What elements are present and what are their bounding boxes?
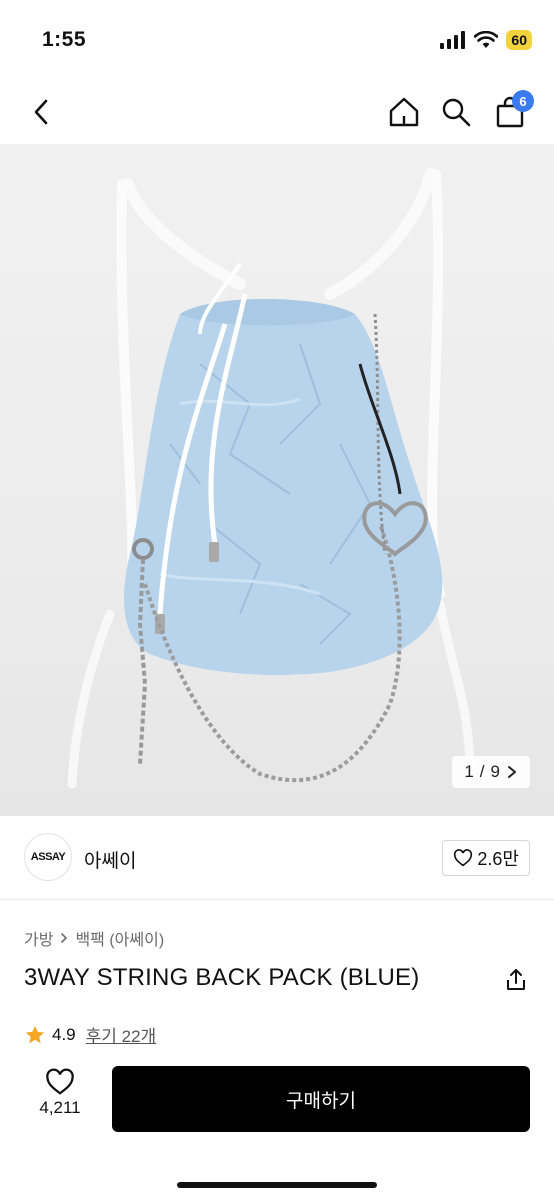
back-button[interactable] <box>22 92 62 132</box>
brand-logo-text: ASSAY <box>30 851 66 863</box>
chevron-right-icon <box>61 933 68 943</box>
battery-indicator: 60 <box>506 30 532 50</box>
brand-row[interactable]: ASSAY 아쎄이 2.6만 <box>0 816 554 900</box>
image-pager[interactable]: 1 / 9 <box>452 756 530 788</box>
breadcrumb-subcategory[interactable]: 백팩 (아쎄이) <box>75 926 164 950</box>
brand-logo[interactable]: ASSAY <box>24 833 72 881</box>
product-image-carousel[interactable]: 1 / 9 <box>0 144 554 816</box>
breadcrumb: 가방 백팩 (아쎄이) <box>24 926 164 950</box>
signal-icon <box>440 31 466 49</box>
status-icons: 60 <box>440 30 532 50</box>
cart-button[interactable]: 6 <box>490 90 534 132</box>
search-button[interactable] <box>436 92 476 132</box>
chevron-left-icon <box>34 99 48 125</box>
star-icon <box>25 1025 45 1043</box>
home-icon <box>389 97 419 127</box>
bottom-like-count: 4,211 <box>39 1098 81 1117</box>
share-button[interactable] <box>502 966 530 994</box>
wifi-icon <box>474 31 499 48</box>
brand-like-button[interactable]: 2.6만 <box>442 840 530 876</box>
product-image <box>67 168 475 789</box>
top-nav: 6 <box>0 80 554 144</box>
home-button[interactable] <box>384 92 424 132</box>
pager-current: 1 <box>464 762 474 781</box>
heart-icon <box>46 1068 74 1095</box>
home-indicator <box>177 1182 377 1188</box>
search-icon <box>442 98 471 127</box>
pager-total: 9 <box>490 762 500 781</box>
review-count-link[interactable]: 후기 22개 <box>86 1022 157 1047</box>
product-title: 3WAY STRING BACK PACK (BLUE) <box>24 964 420 991</box>
rating-row: 4.9 후기 22개 <box>24 1022 156 1047</box>
pager-separator: / <box>479 762 485 781</box>
cart-count-badge: 6 <box>512 90 534 112</box>
bottom-like-button[interactable]: 4,211 <box>30 1068 90 1118</box>
brand-like-count: 2.6만 <box>477 849 519 869</box>
status-bar: 1:55 60 <box>0 0 554 80</box>
rating-value: 4.9 <box>52 1024 76 1044</box>
brand-name[interactable]: 아쎄이 <box>84 846 136 873</box>
status-time: 1:55 <box>42 28 87 51</box>
buy-button[interactable]: 구매하기 <box>112 1066 530 1132</box>
chevron-right-icon <box>508 766 516 778</box>
heart-icon <box>454 849 473 867</box>
breadcrumb-category[interactable]: 가방 <box>24 926 53 950</box>
share-icon <box>507 969 525 990</box>
